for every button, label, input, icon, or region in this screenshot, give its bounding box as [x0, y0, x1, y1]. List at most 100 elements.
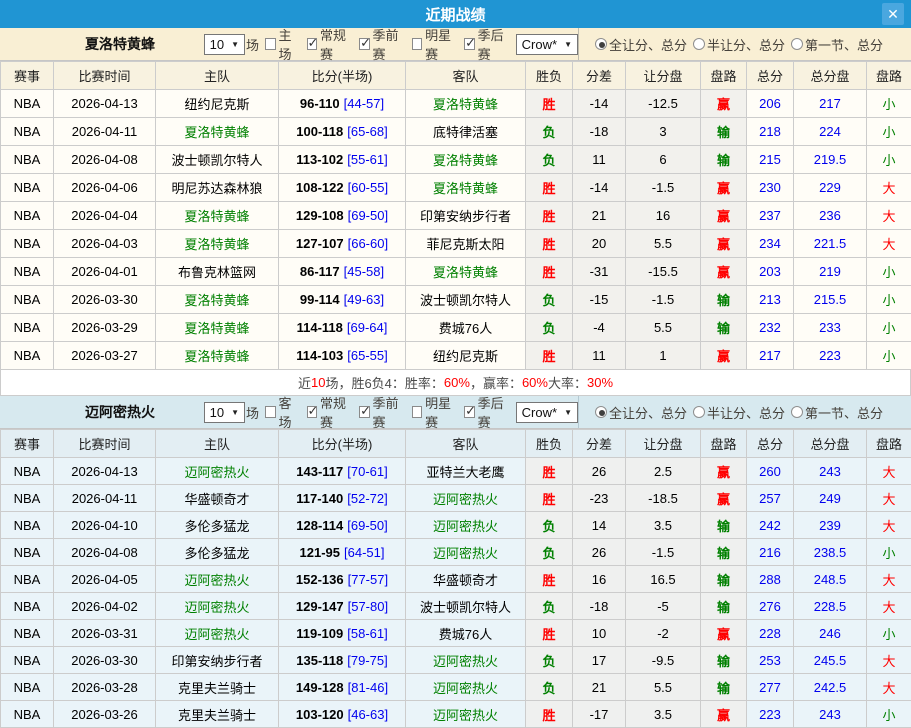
cell-win-lose: 负	[526, 674, 573, 701]
odds-company-select[interactable]: Crow*▼	[516, 34, 578, 55]
games-count-select[interactable]: 10▼	[204, 402, 245, 423]
cell-handicap-line: 1	[626, 342, 701, 370]
cell-away-team: 迈阿密热火	[406, 647, 526, 674]
cell-total-result: 大	[867, 174, 911, 202]
cell-home-team: 多伦多猛龙	[156, 539, 279, 566]
half-score: [81-46]	[348, 680, 388, 695]
cell-away-team: 夏洛特黄蜂	[406, 90, 526, 118]
game-row: NBA2026-03-29夏洛特黄蜂114-118[69-64]费城76人负-4…	[1, 314, 911, 342]
cell-home-team: 纽约尼克斯	[156, 90, 279, 118]
cell-home-team: 克里夫兰骑士	[156, 701, 279, 728]
radio-option-半让分、总分[interactable]: 半让分、总分	[693, 403, 785, 422]
radio-icon	[791, 38, 803, 50]
cell-point-diff: 16	[573, 566, 626, 593]
radio-option-半让分、总分[interactable]: 半让分、总分	[693, 35, 785, 54]
cell-away-team: 迈阿密热火	[406, 485, 526, 512]
checkbox-label: 季前赛	[373, 393, 406, 431]
radio-icon	[595, 406, 607, 418]
radio-option-全让分、总分[interactable]: 全让分、总分	[595, 403, 687, 422]
cell-total-result: 小	[867, 620, 911, 647]
radio-option-全让分、总分[interactable]: 全让分、总分	[595, 35, 687, 54]
cell-total-line: 217	[794, 90, 867, 118]
game-row: NBA2026-03-30夏洛特黄蜂99-114[49-63]波士顿凯尔特人负-…	[1, 286, 911, 314]
cell-date: 2026-04-05	[54, 566, 156, 593]
cell-score: 129-108[69-50]	[279, 202, 406, 230]
cell-total-points: 232	[747, 314, 794, 342]
cell-handicap-result: 输	[701, 314, 747, 342]
checkbox-客场[interactable]	[265, 406, 275, 418]
results-table-s2: 赛事比赛时间主队比分(半场)客队胜负分差让分盘盘路总分总分盘盘路 NBA2026-…	[0, 429, 911, 728]
cell-away-team: 夏洛特黄蜂	[406, 174, 526, 202]
radio-option-第一节、总分[interactable]: 第一节、总分	[791, 35, 883, 54]
summary-text: 30%	[587, 375, 613, 390]
cell-home-team: 明尼苏达森林狼	[156, 174, 279, 202]
cell-total-result: 大	[867, 512, 911, 539]
checkbox-label: 明星赛	[425, 393, 458, 431]
cell-away-team: 迈阿密热火	[406, 512, 526, 539]
close-button[interactable]: ✕	[882, 3, 904, 25]
cell-total-line: 248.5	[794, 566, 867, 593]
checkbox-明星赛[interactable]	[412, 38, 422, 50]
cell-win-lose: 胜	[526, 90, 573, 118]
cell-win-lose: 负	[526, 314, 573, 342]
checkbox-季后赛[interactable]	[464, 406, 474, 418]
cell-handicap-line: 16.5	[626, 566, 701, 593]
cell-total-line: 236	[794, 202, 867, 230]
games-count-select[interactable]: 10▼	[204, 34, 245, 55]
cell-handicap-line: -1.5	[626, 539, 701, 566]
cell-total-line: 219	[794, 258, 867, 286]
cell-total-points: 234	[747, 230, 794, 258]
odds-company-select[interactable]: Crow*▼	[516, 402, 578, 423]
cell-total-result: 小	[867, 90, 911, 118]
radio-option-第一节、总分[interactable]: 第一节、总分	[791, 403, 883, 422]
cell-date: 2026-04-08	[54, 539, 156, 566]
checkbox-季后赛[interactable]	[464, 38, 474, 50]
odds-company-value: Crow*	[522, 37, 557, 52]
cell-away-team: 迈阿密热火	[406, 674, 526, 701]
radio-label: 第一节、总分	[805, 403, 883, 422]
cell-win-lose: 负	[526, 539, 573, 566]
cell-score: 129-147[57-80]	[279, 593, 406, 620]
game-row: NBA2026-03-30印第安纳步行者135-118[79-75]迈阿密热火负…	[1, 647, 911, 674]
half-score: [70-61]	[347, 464, 387, 479]
cell-handicap-line: 2.5	[626, 458, 701, 485]
cell-handicap-result: 赢	[701, 485, 747, 512]
column-header: 盘路	[701, 62, 747, 90]
full-score: 113-102	[296, 152, 343, 167]
cell-total-line: 242.5	[794, 674, 867, 701]
radio-icon	[791, 406, 803, 418]
cell-handicap-result: 赢	[701, 174, 747, 202]
game-row: NBA2026-04-08多伦多猛龙121-95[64-51]迈阿密热火负26-…	[1, 539, 911, 566]
half-score: [69-50]	[347, 518, 387, 533]
checkbox-常规赛[interactable]	[307, 38, 317, 50]
game-row: NBA2026-04-11华盛顿奇才117-140[52-72]迈阿密热火胜-2…	[1, 485, 911, 512]
cell-away-team: 亚特兰大老鹰	[406, 458, 526, 485]
cell-total-result: 大	[867, 202, 911, 230]
summary-text: 10	[311, 375, 325, 390]
checkbox-季前赛[interactable]	[359, 38, 369, 50]
cell-total-result: 小	[867, 539, 911, 566]
game-row: NBA2026-04-03夏洛特黄蜂127-107[66-60]菲尼克斯太阳胜2…	[1, 230, 911, 258]
cell-score: 96-110[44-57]	[279, 90, 406, 118]
checkbox-明星赛[interactable]	[412, 406, 422, 418]
column-header: 总分盘	[794, 62, 867, 90]
checkbox-主场[interactable]	[265, 38, 275, 50]
cell-away-team: 印第安纳步行者	[406, 202, 526, 230]
full-score: 103-120	[296, 707, 344, 722]
cell-win-lose: 胜	[526, 485, 573, 512]
summary-text: 场，胜6负4：胜率：	[325, 373, 443, 392]
cell-handicap-result: 赢	[701, 620, 747, 647]
cell-total-result: 小	[867, 314, 911, 342]
games-count-suffix: 场	[246, 35, 259, 54]
cell-point-diff: -4	[573, 314, 626, 342]
checkbox-label: 常规赛	[320, 25, 353, 63]
cell-handicap-result: 赢	[701, 458, 747, 485]
cell-handicap-line: 3	[626, 118, 701, 146]
cell-score: 127-107[66-60]	[279, 230, 406, 258]
radio-icon	[693, 406, 705, 418]
checkbox-季前赛[interactable]	[359, 406, 369, 418]
table-header-row: 赛事比赛时间主队比分(半场)客队胜负分差让分盘盘路总分总分盘盘路	[1, 430, 911, 458]
cell-away-team: 夏洛特黄蜂	[406, 258, 526, 286]
half-score: [44-57]	[344, 96, 384, 111]
checkbox-常规赛[interactable]	[307, 406, 317, 418]
